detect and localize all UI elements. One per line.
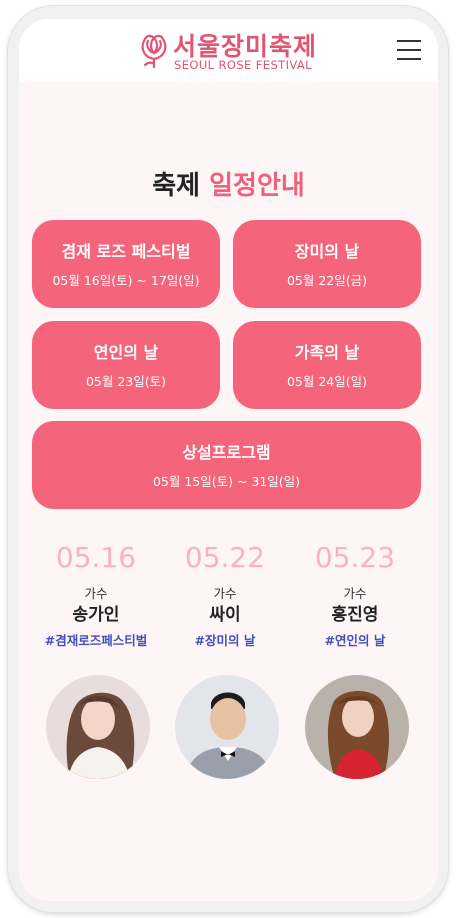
artist-event-tag[interactable]: #연인의 날 xyxy=(289,630,421,649)
logo[interactable]: 서울장미축제 SEOUL ROSE FESTIVAL xyxy=(137,27,327,77)
artist-event-tag[interactable]: #장미의 날 xyxy=(159,630,291,649)
event-card-rose-day[interactable]: 장미의 날 05월 22일(금) xyxy=(233,220,421,308)
artist-date: 05.16 xyxy=(55,541,137,574)
event-name: 연인의 날 xyxy=(93,343,159,362)
artist-date: 05.22 xyxy=(184,541,266,574)
artist-photo[interactable] xyxy=(175,675,279,779)
brand-subtitle: SEOUL ROSE FESTIVAL xyxy=(174,58,312,72)
event-card-lovers-day[interactable]: 연인의 날 05월 23일(토) xyxy=(32,321,220,409)
event-date: 05월 24일(일) xyxy=(286,374,368,389)
section-title-accent: 일정안내 xyxy=(209,171,305,201)
event-date: 05월 23일(토) xyxy=(85,374,167,389)
artist-photo[interactable] xyxy=(305,675,409,779)
artist-event-tag[interactable]: #겸재로즈페스티벌 xyxy=(30,630,162,649)
event-date: 05월 15일(토) ~ 31일(일) xyxy=(152,474,301,489)
event-date: 05월 16일(토) ~ 17일(일) xyxy=(52,273,200,288)
screen: 서울장미축제 SEOUL ROSE FESTIVAL 축제 일정안내 겸재 로즈… xyxy=(19,19,438,901)
artist-photo[interactable] xyxy=(46,675,150,779)
artist-name: 홍진영 xyxy=(331,605,379,625)
section-title-plain: 축제 xyxy=(152,171,201,201)
event-name: 가족의 날 xyxy=(294,343,360,362)
artist-photo-portrait xyxy=(175,675,279,779)
artist-photo-portrait xyxy=(305,675,409,779)
artist-name: 싸이 xyxy=(209,605,241,625)
event-name: 장미의 날 xyxy=(294,242,360,261)
artist-photo-portrait xyxy=(46,675,150,779)
event-date: 05월 22일(금) xyxy=(286,273,368,288)
event-name: 상설프로그램 xyxy=(182,443,271,462)
hamburger-menu-icon[interactable] xyxy=(397,40,421,60)
event-card-gyeomjae[interactable]: 겸재 로즈 페스티벌 05월 16일(토) ~ 17일(일) xyxy=(32,220,220,308)
section-title: 축제 일정안내 xyxy=(19,165,438,202)
event-name: 겸재 로즈 페스티벌 xyxy=(61,242,191,261)
artist-name: 송가인 xyxy=(72,605,120,625)
event-card-permanent-program[interactable]: 상설프로그램 05월 15일(토) ~ 31일(일) xyxy=(32,421,421,509)
rose-logo-icon xyxy=(141,34,167,69)
event-card-family-day[interactable]: 가족의 날 05월 24일(일) xyxy=(233,321,421,409)
artist-date: 05.23 xyxy=(314,541,396,574)
header: 서울장미축제 SEOUL ROSE FESTIVAL xyxy=(19,19,438,82)
